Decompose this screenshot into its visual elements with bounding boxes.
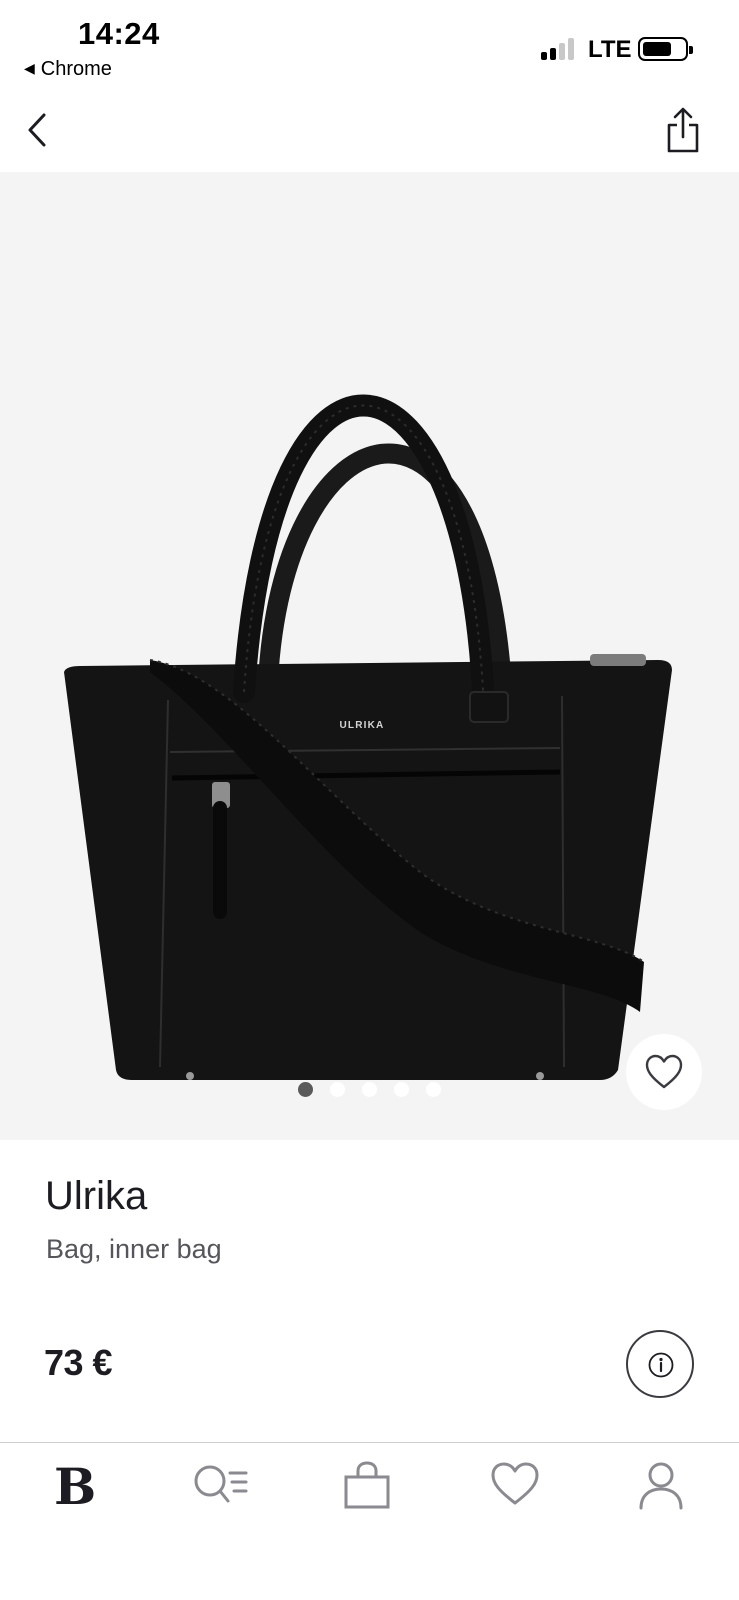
back-to-app-link[interactable]: ◀ Chrome <box>24 58 112 81</box>
back-button[interactable] <box>22 108 58 152</box>
product-price: 73 € <box>44 1342 113 1383</box>
status-time: 14:24 <box>78 16 160 51</box>
favorite-button[interactable] <box>626 1034 702 1110</box>
tab-home[interactable]: B <box>36 1457 116 1517</box>
tab-bag[interactable] <box>330 1457 410 1517</box>
chevron-left-icon <box>28 113 46 147</box>
product-brand: Ulrika <box>45 1174 148 1218</box>
carousel-dot[interactable] <box>298 1082 313 1097</box>
share-button[interactable] <box>664 106 702 154</box>
share-icon <box>667 107 699 153</box>
navigation-bar <box>0 90 739 172</box>
signal-strength-icon <box>541 38 581 60</box>
product-description: Bag, inner bag <box>46 1234 222 1264</box>
tab-favorites[interactable] <box>478 1457 558 1517</box>
product-photo-handbag: ULRIKA <box>64 394 672 1080</box>
carousel-dot[interactable] <box>362 1082 377 1097</box>
brand-logo-icon: B <box>54 1457 97 1516</box>
status-bar: 14:24 ◀ Chrome LTE <box>0 0 739 90</box>
battery-icon <box>638 37 693 61</box>
heart-icon <box>645 1054 683 1089</box>
back-triangle-icon: ◀ <box>24 60 35 76</box>
product-image-carousel[interactable]: ULRIKA <box>0 172 739 1140</box>
search-list-icon <box>194 1465 248 1503</box>
shopping-bag-icon <box>344 1461 390 1509</box>
heart-icon <box>491 1462 539 1505</box>
info-icon <box>648 1352 674 1378</box>
tab-search[interactable] <box>180 1457 260 1517</box>
carousel-dot[interactable] <box>426 1082 441 1097</box>
carousel-dot[interactable] <box>394 1082 409 1097</box>
tab-profile[interactable] <box>624 1457 704 1517</box>
network-type: LTE <box>588 36 632 63</box>
bottom-tab-bar: B <box>0 1442 739 1600</box>
bag-brand-label: ULRIKA <box>340 720 385 731</box>
carousel-dot[interactable] <box>330 1082 345 1097</box>
person-icon <box>639 1462 683 1510</box>
price-info-button[interactable] <box>626 1330 694 1398</box>
back-app-label: Chrome <box>40 58 112 80</box>
